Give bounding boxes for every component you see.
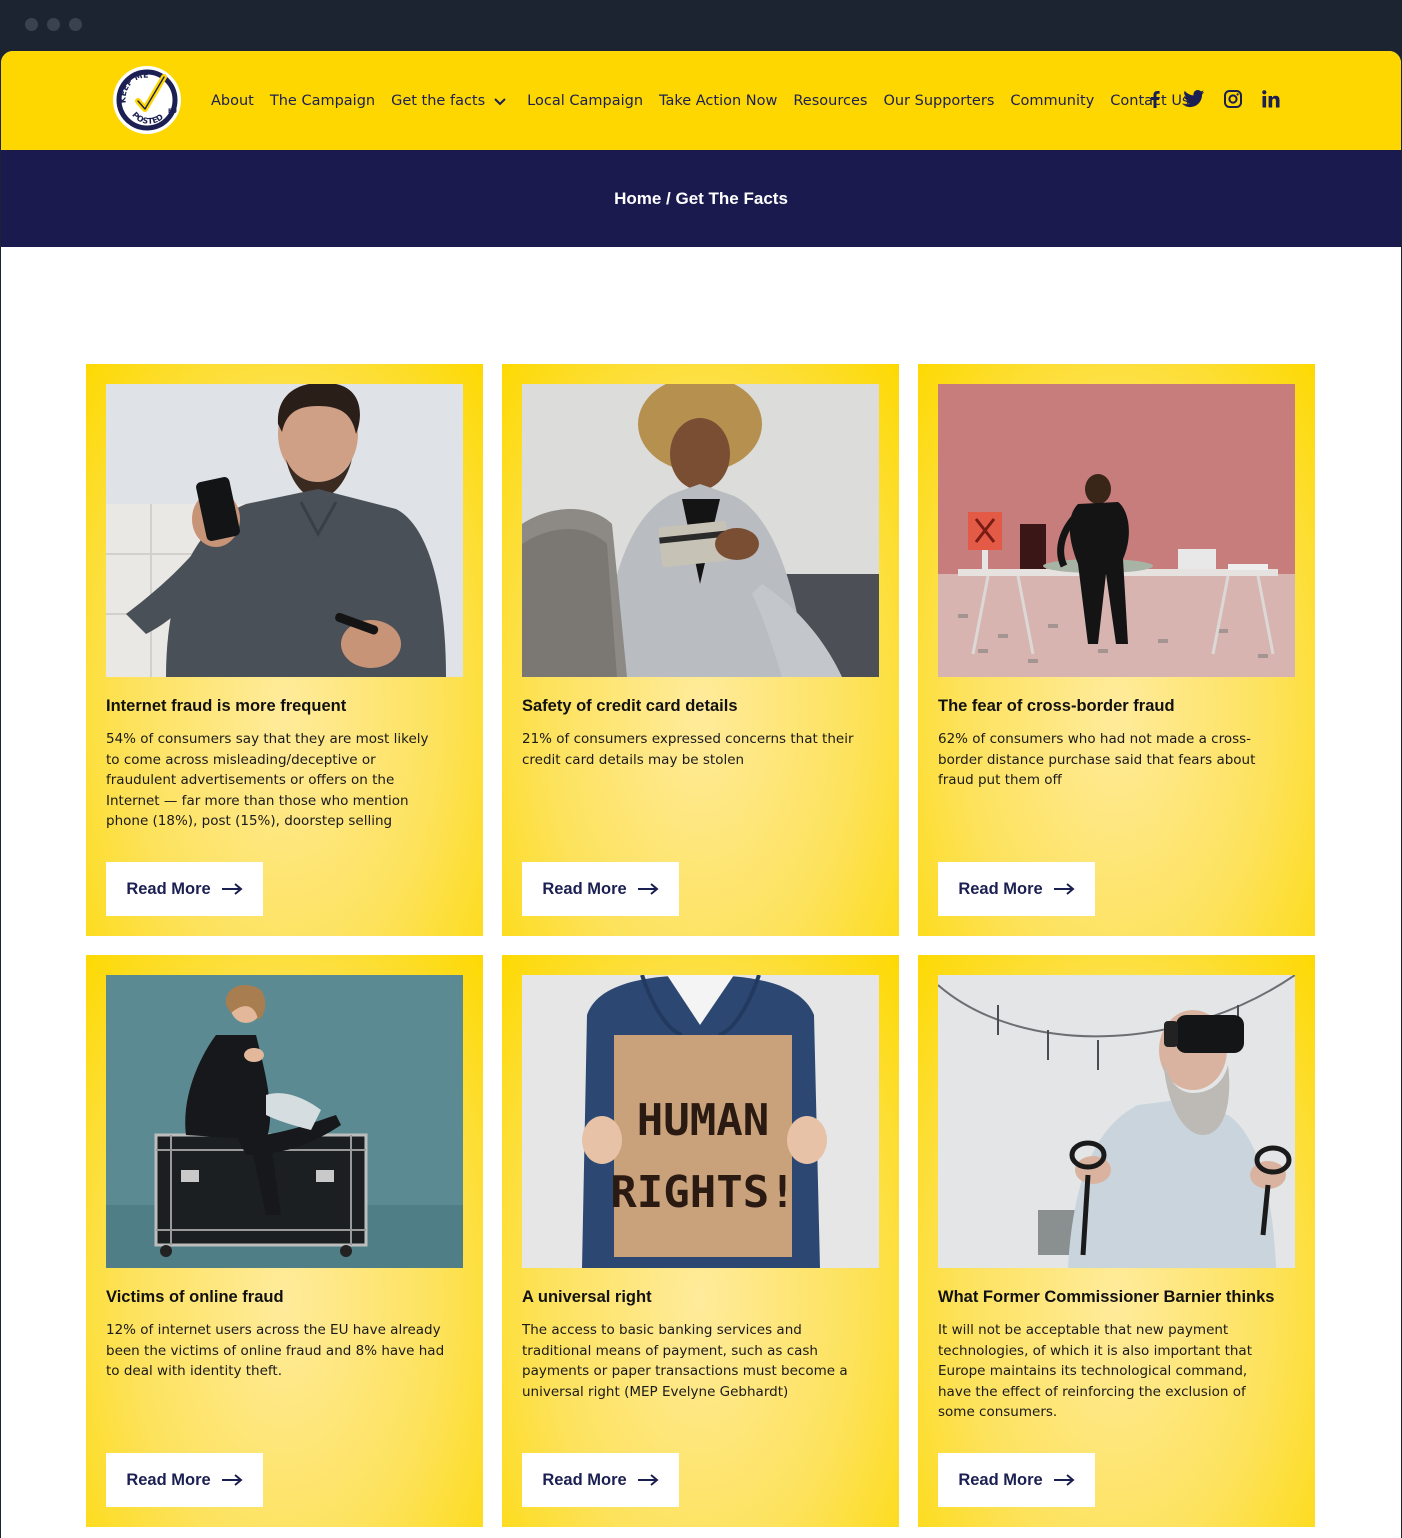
nav-item-label: Take Action Now [659, 92, 778, 109]
read-more-label: Read More [126, 879, 211, 898]
nav-item-label: The Campaign [269, 92, 376, 109]
man-with-money-table-image [938, 384, 1295, 677]
page: KEEP ME POSTED EU About The Campaign Get… [1, 51, 1401, 1538]
nav-item-label: Our Supporters [883, 92, 995, 109]
instagram-link[interactable] [1223, 89, 1243, 109]
fact-card: Internet fraud is more frequent 54% of c… [86, 364, 483, 936]
arrow-right-icon [221, 1474, 243, 1486]
window-minimize-dot[interactable] [47, 18, 60, 31]
arrow-right-icon [637, 1474, 659, 1486]
nav-item-the-campaign[interactable]: The Campaign [270, 93, 375, 109]
read-more-button[interactable]: Read More [522, 862, 679, 916]
window-close-dot[interactable] [25, 18, 38, 31]
twitter-link[interactable] [1183, 89, 1205, 109]
nav-item-label: Get the facts [391, 92, 486, 109]
keep-me-posted-logo-icon: KEEP ME POSTED EU [113, 66, 181, 134]
card-title: Internet fraud is more frequent [106, 697, 347, 715]
nav-item-label: Resources [793, 92, 868, 109]
fact-card: The fear of cross-border fraud 62% of co… [918, 364, 1315, 936]
card-description: 21% of consumers expressed concerns that… [522, 731, 854, 768]
woman-on-flight-case-photo [106, 975, 463, 1268]
card-description: The access to basic banking services and… [522, 1322, 848, 1400]
read-more-button[interactable]: Read More [938, 862, 1095, 916]
arrow-right-icon [1053, 1474, 1075, 1486]
nav-item-label: Community [1010, 92, 1095, 109]
linkedin-icon [1262, 90, 1280, 108]
man-with-phone-photo [106, 384, 463, 677]
card-description: 62% of consumers who had not made a cros… [938, 731, 1256, 788]
sign-text: HUMAN [637, 1095, 769, 1146]
card-title: Victims of online fraud [106, 1288, 284, 1306]
window-maximize-dot[interactable] [69, 18, 82, 31]
site-logo[interactable]: KEEP ME POSTED EU [112, 65, 182, 135]
read-more-button[interactable]: Read More [106, 1453, 263, 1507]
nav-item-local-campaign[interactable]: Local Campaign [527, 93, 643, 109]
nav-item-resources[interactable]: Resources [793, 93, 867, 109]
card-description: It will not be acceptable that new payme… [938, 1322, 1252, 1420]
read-more-button[interactable]: Read More [522, 1453, 679, 1507]
read-more-label: Read More [126, 1470, 211, 1489]
social-links [1145, 89, 1299, 109]
man-with-phone-image [106, 384, 463, 677]
man-with-money-table-photo [938, 384, 1295, 677]
card-description: 12% of internet users across the EU have… [106, 1322, 445, 1379]
man-with-vr-headset-photo [938, 975, 1295, 1268]
chevron-down-icon [494, 97, 506, 105]
fact-card: What Former Commissioner Barnier thinks … [918, 955, 1315, 1527]
linkedin-link[interactable] [1261, 89, 1281, 109]
card-title: Safety of credit card details [522, 697, 738, 715]
read-more-label: Read More [958, 1470, 1043, 1489]
facebook-icon [1151, 91, 1160, 108]
facebook-link[interactable] [1145, 89, 1165, 109]
site-header: KEEP ME POSTED EU About The Campaign Get… [1, 51, 1401, 150]
nav-item-get-the-facts[interactable]: Get the facts [391, 93, 507, 109]
read-more-label: Read More [542, 879, 627, 898]
sign-text: RIGHTS! [610, 1167, 795, 1218]
nav-item-our-supporters[interactable]: Our Supporters [883, 93, 994, 109]
read-more-button[interactable]: Read More [106, 862, 263, 916]
man-with-credit-card-image [522, 384, 879, 677]
human-rights-sign-photo: HUMAN RIGHTS! [522, 975, 879, 1268]
twitter-icon [1183, 90, 1205, 108]
instagram-icon [1224, 90, 1242, 108]
nav-item-community[interactable]: Community [1010, 93, 1094, 109]
human-rights-sign-image: HUMAN RIGHTS! [522, 975, 879, 1268]
read-more-label: Read More [542, 1470, 627, 1489]
arrow-right-icon [637, 883, 659, 895]
read-more-button[interactable]: Read More [938, 1453, 1095, 1507]
breadcrumb[interactable]: Home / Get The Facts [614, 189, 788, 209]
window-titlebar [0, 0, 1402, 52]
nav-item-label: Local Campaign [527, 92, 644, 109]
fact-card: Safety of credit card details 21% of con… [502, 364, 899, 936]
card-description: 54% of consumers say that they are most … [106, 731, 429, 829]
arrow-right-icon [221, 883, 243, 895]
man-with-vr-headset-image [938, 975, 1295, 1268]
fact-card: Victims of online fraud 12% of internet … [86, 955, 483, 1527]
svg-text:EU: EU [168, 108, 177, 115]
woman-on-flight-case-image [106, 975, 463, 1268]
main-nav: About The Campaign Get the facts Local C… [211, 51, 1206, 150]
read-more-label: Read More [958, 879, 1043, 898]
card-title: A universal right [522, 1288, 652, 1306]
nav-item-take-action-now[interactable]: Take Action Now [659, 93, 777, 109]
arrow-right-icon [1053, 883, 1075, 895]
nav-item-about[interactable]: About [211, 93, 254, 109]
man-with-credit-card-photo [522, 384, 879, 677]
nav-item-label: About [211, 92, 254, 109]
breadcrumb-banner: Home / Get The Facts [1, 150, 1401, 247]
fact-card: HUMAN RIGHTS! A universal right The acce… [502, 955, 899, 1527]
card-title: What Former Commissioner Barnier thinks [938, 1288, 1275, 1306]
card-title: The fear of cross-border fraud [938, 697, 1175, 715]
